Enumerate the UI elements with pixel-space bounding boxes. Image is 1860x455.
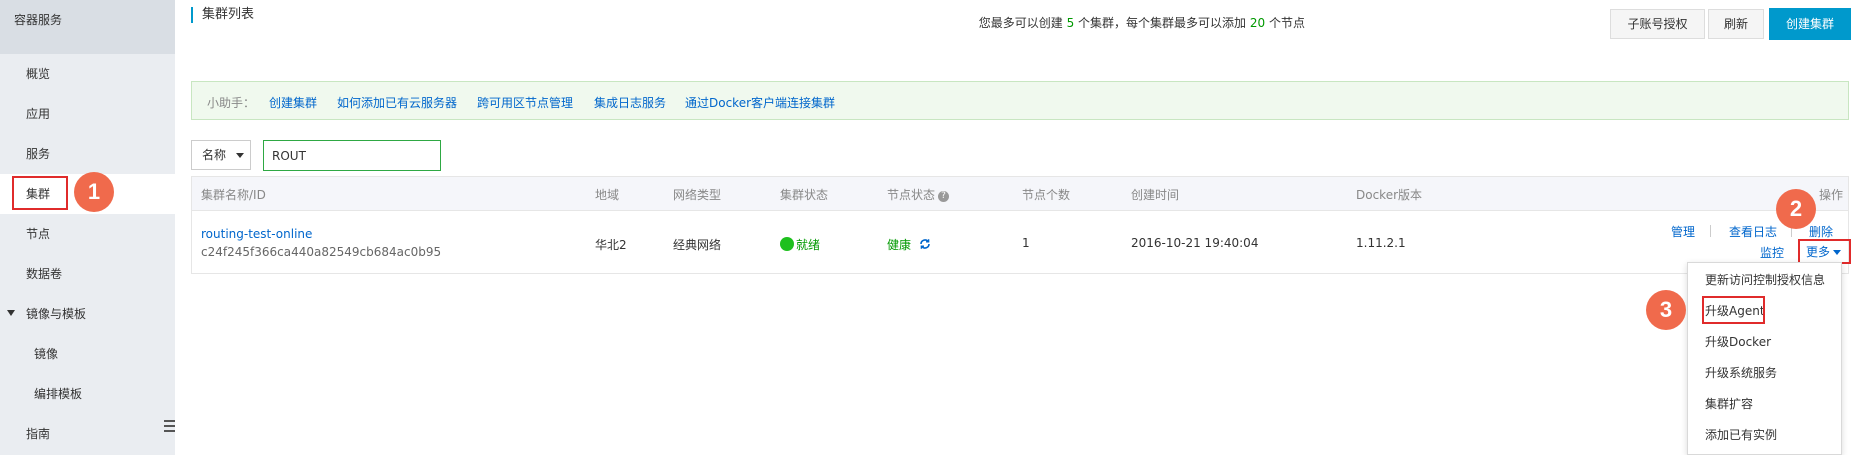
quota-suffix: 个节点 <box>1268 16 1305 30</box>
node-status-label: 健康 <box>887 238 912 252</box>
sidebar-item-label: 镜像与模板 <box>26 307 87 321</box>
quota-text: 您最多可以创建 5 个集群，每个集群最多可以添加 20 个节点 <box>979 14 1305 31</box>
filter-field-label: 名称 <box>202 148 227 162</box>
step-badge-3: 3 <box>1646 290 1686 330</box>
sidebar: 容器服务 概览 应用 服务 集群 节点 数据卷 镜像与模板 镜像 编排模板 指南 <box>0 0 175 455</box>
page-title: 集群列表 <box>191 7 254 23</box>
filter-field-select[interactable]: 名称 <box>191 140 251 170</box>
create-cluster-button[interactable]: 创建集群 <box>1769 8 1851 40</box>
sidebar-item-label: 镜像 <box>34 347 59 361</box>
refresh-icon[interactable] <box>919 238 931 250</box>
sidebar-item-label: 节点 <box>26 227 51 241</box>
view-logs-link[interactable]: 查看日志 <box>1729 223 1777 240</box>
sidebar-item-volumes[interactable]: 数据卷 <box>0 254 175 294</box>
menu-item-add-instance[interactable]: 添加已有实例 <box>1705 426 1777 443</box>
menu-item-update-acl[interactable]: 更新访问控制授权信息 <box>1705 271 1825 288</box>
cluster-network: 经典网络 <box>673 238 722 252</box>
helper-link-add-server[interactable]: 如何添加已有云服务器 <box>337 94 457 111</box>
chevron-down-icon <box>236 153 244 158</box>
helper-link-docker-client[interactable]: 通过Docker客户端连接集群 <box>685 94 835 111</box>
sidebar-item-label: 服务 <box>26 147 51 161</box>
step-badge-1: 1 <box>74 172 114 212</box>
sidebar-item-label: 编排模板 <box>34 387 83 401</box>
status-ok-icon <box>780 237 794 251</box>
menu-item-upgrade-system-services[interactable]: 升级系统服务 <box>1705 364 1777 381</box>
monitor-link[interactable]: 监控 <box>1760 244 1784 261</box>
cluster-id: c24f245f366ca440a82549cb684ac0b95 <box>201 245 442 259</box>
cluster-status-label: 就绪 <box>796 238 821 252</box>
sidebar-item-apps[interactable]: 应用 <box>0 94 175 134</box>
menu-item-scale-cluster[interactable]: 集群扩容 <box>1705 395 1753 412</box>
menu-item-upgrade-docker[interactable]: 升级Docker <box>1705 333 1771 350</box>
col-name-id: 集群名称/ID <box>201 188 266 202</box>
search-input[interactable] <box>263 140 441 171</box>
col-node-count: 节点个数 <box>1022 188 1071 202</box>
manage-link[interactable]: 管理 <box>1671 223 1695 240</box>
highlight-box-more <box>1798 239 1851 264</box>
sidebar-item-templates[interactable]: 编排模板 <box>0 374 175 414</box>
created-time: 2016-10-21 19:40:04 <box>1131 236 1259 250</box>
col-created: 创建时间 <box>1131 188 1180 202</box>
helper-link-create-cluster[interactable]: 创建集群 <box>269 94 317 111</box>
sidebar-collapse-icon[interactable] <box>164 420 175 434</box>
more-dropdown-menu: 更新访问控制授权信息 升级Agent 升级Docker 升级系统服务 集群扩容 … <box>1687 262 1842 455</box>
menu-item-upgrade-agent[interactable]: 升级Agent <box>1705 302 1765 319</box>
sidebar-item-label: 指南 <box>26 427 51 441</box>
helper-label: 小助手： <box>207 96 256 110</box>
sidebar-item-guide[interactable]: 指南 <box>0 414 175 454</box>
sidebar-item-label: 应用 <box>26 107 51 121</box>
step-badge-2: 2 <box>1776 189 1816 229</box>
col-node-status: 节点状态? <box>887 186 950 203</box>
delete-link[interactable]: 删除 <box>1809 223 1833 240</box>
sidebar-item-overview[interactable]: 概览 <box>0 54 175 94</box>
table-header: 集群名称/ID 地域 网络类型 集群状态 节点状态? 节点个数 创建时间 Doc… <box>192 177 1848 211</box>
sidebar-item-label: 集群 <box>26 187 51 201</box>
sidebar-item-nodes[interactable]: 节点 <box>0 214 175 254</box>
helper-link-log-service[interactable]: 集成日志服务 <box>594 94 666 111</box>
node-status: 健康 <box>887 236 931 253</box>
docker-version: 1.11.2.1 <box>1356 236 1406 250</box>
helper-link-cross-zone[interactable]: 跨可用区节点管理 <box>477 94 573 111</box>
divider <box>1710 225 1711 237</box>
sidebar-title: 容器服务 <box>0 0 175 54</box>
col-node-status-label: 节点状态 <box>887 188 936 202</box>
cluster-status: 就绪 <box>780 236 820 253</box>
quota-clusters: 5 <box>1066 16 1075 30</box>
sidebar-group-images-templates[interactable]: 镜像与模板 <box>0 294 175 334</box>
quota-middle: 个集群，每个集群最多可以添加 <box>1078 16 1247 30</box>
helper-bar: 小助手： 创建集群 如何添加已有云服务器 跨可用区节点管理 集成日志服务 通过D… <box>191 81 1849 120</box>
col-network: 网络类型 <box>673 188 722 202</box>
col-cluster-status: 集群状态 <box>780 188 829 202</box>
sidebar-item-label: 概览 <box>26 67 51 81</box>
quota-nodes: 20 <box>1249 16 1266 30</box>
cluster-region: 华北2 <box>595 238 627 252</box>
sidebar-item-services[interactable]: 服务 <box>0 134 175 174</box>
quota-prefix: 您最多可以创建 <box>978 16 1063 30</box>
col-region: 地域 <box>595 188 620 202</box>
cluster-table: 集群名称/ID 地域 网络类型 集群状态 节点状态? 节点个数 创建时间 Doc… <box>191 176 1849 274</box>
caret-down-icon <box>7 310 15 316</box>
subaccount-auth-button[interactable]: 子账号授权 <box>1610 9 1705 39</box>
col-docker-version: Docker版本 <box>1356 188 1423 202</box>
col-actions: 操作 <box>1819 188 1844 202</box>
node-count: 1 <box>1022 236 1030 250</box>
cluster-name-link[interactable]: routing-test-online <box>201 227 312 241</box>
help-icon[interactable]: ? <box>938 191 950 202</box>
refresh-button[interactable]: 刷新 <box>1708 9 1764 39</box>
sidebar-item-label: 数据卷 <box>26 267 63 281</box>
sidebar-item-images[interactable]: 镜像 <box>0 334 175 374</box>
